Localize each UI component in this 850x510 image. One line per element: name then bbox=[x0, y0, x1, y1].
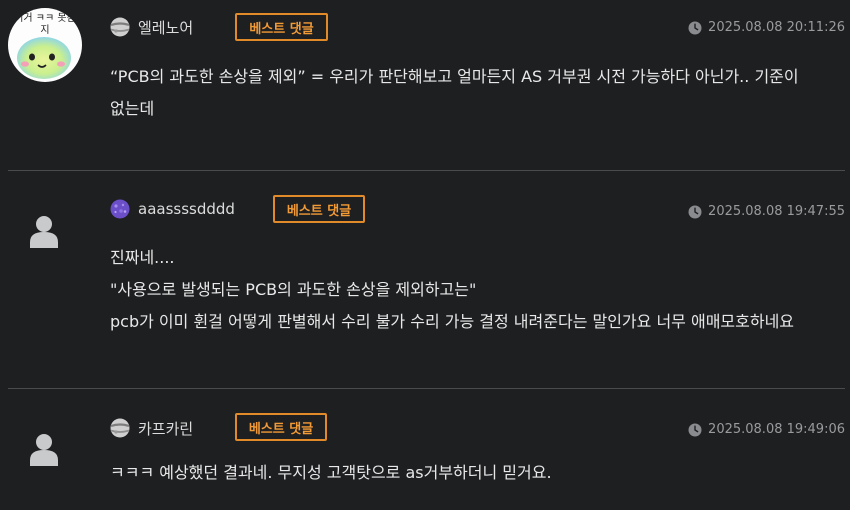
user-avatar[interactable]: 이거 ㅋㅋ 못참지 bbox=[8, 8, 82, 82]
person-silhouette-icon bbox=[30, 434, 58, 466]
grey-planet-icon bbox=[110, 418, 130, 438]
comment-line: ㅋㅋㅋ 예상했던 결과네. 무지성 고객탓으로 as거부하더니 믿거요. bbox=[110, 463, 552, 482]
comment-line: "사용으로 발생되는 PCB의 과도한 손상을 제외하고는" bbox=[110, 280, 477, 299]
comment-line: 진짜네.... bbox=[110, 248, 175, 267]
best-comment-badge: 베스트 댓글 bbox=[235, 413, 327, 441]
person-silhouette-icon bbox=[30, 216, 58, 248]
best-comment-badge: 베스트 댓글 bbox=[235, 13, 328, 41]
author-nickname[interactable]: aaassssdddd bbox=[138, 200, 235, 218]
comment-author: 엘레노어 bbox=[110, 12, 193, 42]
comment-item: aaassssdddd 베스트 댓글 2025.08.08 19:47:55 진… bbox=[8, 171, 845, 388]
comment-item: 이거 ㅋㅋ 못참지 엘레노어 베스트 댓글 2025.08.08 20:11:2… bbox=[8, 0, 845, 170]
date-text: 2025.08.08 19:47:55 bbox=[708, 204, 845, 219]
comment-body: “PCB의 과도한 손상을 제외” = 우리가 판단해보고 얼마든지 AS 거부… bbox=[110, 61, 845, 125]
author-nickname[interactable]: 카프카린 bbox=[138, 418, 193, 439]
clock-icon bbox=[688, 21, 702, 34]
comment-date: 2025.08.08 19:47:55 bbox=[688, 204, 845, 219]
date-text: 2025.08.08 20:11:26 bbox=[708, 20, 845, 35]
comment-author: aaassssdddd bbox=[110, 194, 235, 224]
comment-item: 카프카린 베스트 댓글 2025.08.08 19:49:06 ㅋㅋㅋ 예상했던… bbox=[8, 389, 845, 510]
comment-date: 2025.08.08 20:11:26 bbox=[688, 20, 845, 35]
date-text: 2025.08.08 19:49:06 bbox=[708, 422, 845, 437]
clock-icon bbox=[688, 205, 702, 218]
comment-line: “PCB의 과도한 손상을 제외” = 우리가 판단해보고 얼마든지 AS 거부… bbox=[110, 67, 799, 86]
comment-body: ㅋㅋㅋ 예상했던 결과네. 무지성 고객탓으로 as거부하더니 믿거요. bbox=[110, 457, 845, 489]
author-nickname[interactable]: 엘레노어 bbox=[138, 17, 193, 38]
best-comment-badge: 베스트 댓글 bbox=[273, 195, 365, 223]
clock-icon bbox=[688, 423, 702, 436]
comment-date: 2025.08.08 19:49:06 bbox=[688, 422, 845, 437]
comment-author: 카프카린 bbox=[110, 413, 193, 443]
comment-body: 진짜네.... "사용으로 발생되는 PCB의 과도한 손상을 제외하고는" p… bbox=[110, 242, 845, 338]
grey-planet-icon bbox=[110, 17, 130, 37]
comment-line: 없는데 bbox=[110, 99, 155, 118]
comment-avatar-slot: 이거 ㅋㅋ 못참지 bbox=[8, 0, 88, 90]
comment-line: pcb가 이미 휜걸 어떻게 판별해서 수리 불가 수리 가능 결정 내려준다는… bbox=[110, 312, 795, 331]
purple-planet-icon bbox=[110, 199, 130, 219]
avatar-caption: 이거 ㅋㅋ 못참지 bbox=[14, 13, 76, 36]
